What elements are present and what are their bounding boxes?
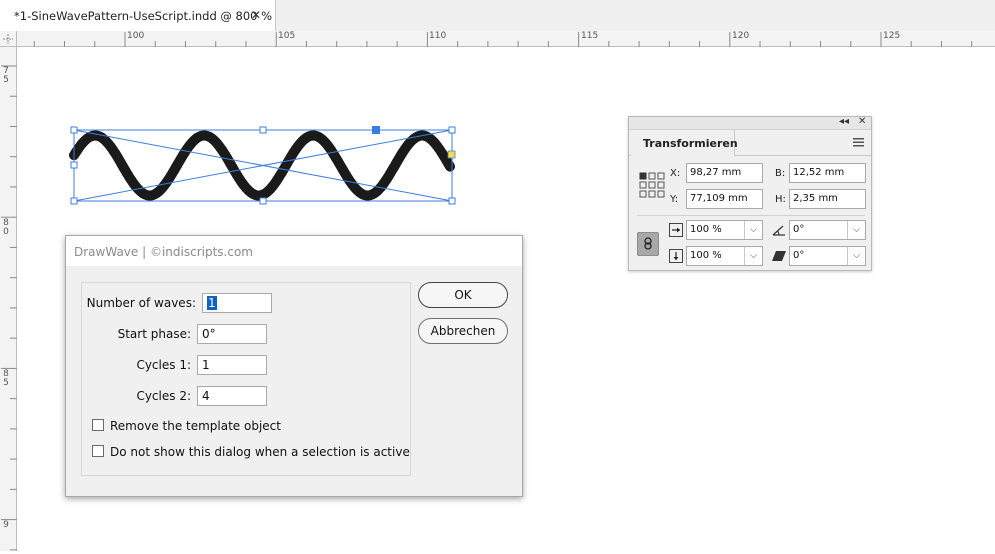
x-label: X: xyxy=(670,168,681,179)
waves-value: 1 xyxy=(207,296,217,310)
ok-button[interactable]: OK xyxy=(418,282,508,308)
h-label: H: xyxy=(775,194,786,205)
h-ruler-label: 125 xyxy=(883,31,901,41)
ruler-origin-icon xyxy=(3,34,13,44)
remove-template-checkbox-row[interactable]: Remove the template object xyxy=(92,419,281,433)
waves-input[interactable]: 1 xyxy=(202,293,272,313)
vertical-ruler-ticks xyxy=(1,65,17,551)
reference-point-icon[interactable] xyxy=(639,172,665,198)
rotate-angle-icon xyxy=(772,225,785,236)
chevron-down-icon[interactable]: ⌵ xyxy=(847,221,865,239)
no-show-label: Do not show this dialog when a selection… xyxy=(110,445,410,459)
y-input[interactable]: 77,109 mm xyxy=(686,189,763,209)
panel-tab-row: Transformieren xyxy=(629,130,871,156)
cycles1-input[interactable]: 1 xyxy=(197,355,267,375)
chevron-down-icon[interactable]: ⌵ xyxy=(744,221,762,239)
horizontal-ruler[interactable]: 100 105 110 115 120 125 xyxy=(17,31,995,47)
b-label: B: xyxy=(775,168,786,179)
anchor-point[interactable] xyxy=(372,126,380,134)
shear-value: 0° xyxy=(793,250,805,261)
x-input[interactable]: 98,27 mm xyxy=(686,163,763,183)
scale-x-icon xyxy=(669,223,683,237)
cancel-button[interactable]: Abbrechen xyxy=(418,318,508,344)
scale-y-value: 100 % xyxy=(690,250,722,261)
waves-label: Number of waves: xyxy=(86,296,196,310)
v-ruler-label: 0 xyxy=(3,227,9,237)
scale-y-icon xyxy=(669,249,683,263)
cycles2-input[interactable]: 4 xyxy=(197,386,267,406)
panel-separator xyxy=(637,215,865,216)
tab-transformieren[interactable]: Transformieren xyxy=(631,130,738,156)
collapse-panel-icon[interactable]: ◂◂ xyxy=(839,116,849,127)
chevron-down-icon[interactable]: ⌵ xyxy=(847,247,865,265)
constrain-proportions-button[interactable] xyxy=(637,232,659,256)
document-tab-title: *1-SineWavePattern-UseScript.indd @ 800 … xyxy=(14,9,273,23)
document-tab[interactable]: *1-SineWavePattern-UseScript.indd @ 800 … xyxy=(0,0,276,31)
height-input[interactable]: 2,35 mm xyxy=(789,189,866,209)
cycles2-label: Cycles 2: xyxy=(136,389,191,403)
h-ruler-label: 120 xyxy=(732,31,750,41)
rotate-combo[interactable]: 0° ⌵ xyxy=(789,220,866,240)
remove-template-checkbox[interactable] xyxy=(92,419,104,431)
panel-menu-icon[interactable] xyxy=(853,138,864,147)
no-show-checkbox[interactable] xyxy=(92,445,104,457)
chain-link-icon xyxy=(644,237,652,250)
v-ruler-label: 5 xyxy=(3,75,9,85)
shear-icon xyxy=(772,251,786,261)
transform-panel: ◂◂ ✕ Transformieren X: 98,27 mm Y: 77,10… xyxy=(628,116,872,271)
y-label: Y: xyxy=(670,194,679,205)
content-grabber[interactable] xyxy=(447,150,456,159)
panel-title-bar[interactable]: ◂◂ ✕ xyxy=(629,116,871,130)
close-panel-icon[interactable]: ✕ xyxy=(858,116,866,127)
shear-combo[interactable]: 0° ⌵ xyxy=(789,246,866,266)
scale-y-combo[interactable]: 100 % ⌵ xyxy=(686,246,763,266)
drawwave-dialog: DrawWave | ©indiscripts.com Number of wa… xyxy=(65,235,523,497)
vertical-ruler[interactable]: 7 5 8 0 8 5 9 xyxy=(0,47,17,551)
v-ruler-label: 9 xyxy=(3,520,9,530)
horizontal-ruler-ticks xyxy=(33,32,973,47)
v-ruler-label: 5 xyxy=(3,378,9,388)
dialog-title: DrawWave | ©indiscripts.com xyxy=(66,236,522,266)
rotate-value: 0° xyxy=(793,224,805,235)
h-ruler-label: 100 xyxy=(127,31,145,41)
cycles1-label: Cycles 1: xyxy=(136,358,191,372)
document-tab-bar: *1-SineWavePattern-UseScript.indd @ 800 … xyxy=(0,0,995,32)
width-input[interactable]: 12,52 mm xyxy=(789,163,866,183)
close-tab-icon[interactable]: ✕ xyxy=(251,8,261,22)
chevron-down-icon[interactable]: ⌵ xyxy=(744,247,762,265)
h-ruler-label: 110 xyxy=(429,31,447,41)
no-show-checkbox-row[interactable]: Do not show this dialog when a selection… xyxy=(92,445,410,459)
h-ruler-label: 105 xyxy=(278,31,296,41)
remove-template-label: Remove the template object xyxy=(110,419,281,433)
phase-input[interactable]: 0° xyxy=(197,324,267,344)
phase-label: Start phase: xyxy=(117,327,191,341)
scale-x-combo[interactable]: 100 % ⌵ xyxy=(686,220,763,240)
scale-x-value: 100 % xyxy=(690,224,722,235)
ruler-origin[interactable] xyxy=(0,31,17,47)
h-ruler-label: 115 xyxy=(581,31,599,41)
